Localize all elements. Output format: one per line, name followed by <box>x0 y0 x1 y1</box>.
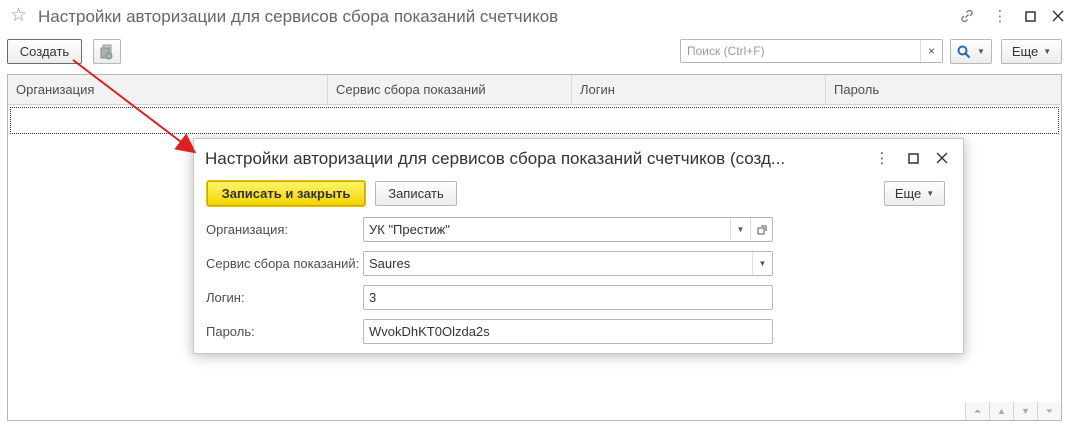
maximize-icon[interactable] <box>1020 6 1040 26</box>
more-button-label: Еще <box>1011 44 1039 59</box>
dropdown-icon[interactable]: ▼ <box>730 218 750 241</box>
chevron-down-icon: ▼ <box>1043 47 1052 56</box>
login-value: 3 <box>369 290 377 305</box>
service-label: Сервис сбора показаний: <box>206 256 360 271</box>
open-form-icon[interactable] <box>750 218 772 241</box>
search-input[interactable] <box>681 40 919 62</box>
search-options-button[interactable]: ▼ <box>950 39 992 64</box>
settings-dialog: Настройки авторизации для сервисов сбора… <box>193 138 964 354</box>
chevron-down-icon: ▼ <box>977 47 985 56</box>
more-button[interactable]: Еще ▼ <box>1001 39 1062 64</box>
copy-button[interactable] <box>93 39 121 64</box>
copy-icon <box>100 44 113 59</box>
column-header-organization[interactable]: Организация <box>8 75 328 105</box>
dialog-maximize-icon[interactable] <box>903 148 923 168</box>
scroll-last-icon[interactable]: ⏷ <box>1037 402 1061 420</box>
scroll-down-icon[interactable]: ▼ <box>1013 402 1037 420</box>
more-actions-icon[interactable]: ⋮ <box>990 6 1010 26</box>
table-row[interactable] <box>10 107 1059 134</box>
login-label: Логин: <box>206 290 245 305</box>
organization-value: УК "Престиж" <box>369 222 450 237</box>
organization-label: Организация: <box>206 222 289 237</box>
dialog-more-button[interactable]: Еще ▼ <box>884 181 945 206</box>
table-navigation: ⏶ ▲ ▼ ⏷ <box>965 402 1061 420</box>
dialog-title: Настройки авторизации для сервисов сбора… <box>205 149 786 168</box>
create-button[interactable]: Создать <box>7 39 82 64</box>
password-value: WvokDhKT0Olzda2s <box>369 324 490 339</box>
column-header-password[interactable]: Пароль <box>826 75 1061 105</box>
search-field[interactable]: × <box>680 39 943 63</box>
service-value: Saures <box>369 256 411 271</box>
dialog-more-icon[interactable]: ⋮ <box>872 148 892 168</box>
dialog-more-label: Еще <box>894 186 922 201</box>
search-clear-button[interactable]: × <box>920 40 942 62</box>
link-icon[interactable] <box>957 6 977 26</box>
service-field[interactable]: Saures ▼ <box>363 251 773 276</box>
password-label: Пароль: <box>206 324 255 339</box>
organization-field[interactable]: УК "Престиж" ▼ <box>363 217 773 242</box>
close-icon[interactable] <box>1048 6 1068 26</box>
save-button[interactable]: Записать <box>375 181 457 206</box>
search-icon <box>957 45 971 58</box>
login-field[interactable]: 3 <box>363 285 773 310</box>
column-header-login[interactable]: Логин <box>572 75 826 105</box>
chevron-down-icon: ▼ <box>926 189 935 198</box>
column-header-service[interactable]: Сервис сбора показаний <box>328 75 572 105</box>
favorite-star-icon[interactable]: ☆ <box>10 5 27 27</box>
table-header: Организация Сервис сбора показаний Логин… <box>8 75 1061 105</box>
dropdown-icon[interactable]: ▼ <box>752 252 772 275</box>
scroll-first-icon[interactable]: ⏶ <box>965 402 989 420</box>
window-title: Настройки авторизации для сервисов сбора… <box>38 7 559 26</box>
dialog-close-icon[interactable] <box>932 148 952 168</box>
password-field[interactable]: WvokDhKT0Olzda2s <box>363 319 773 344</box>
save-and-close-button[interactable]: Записать и закрыть <box>207 181 365 206</box>
scroll-up-icon[interactable]: ▲ <box>989 402 1013 420</box>
